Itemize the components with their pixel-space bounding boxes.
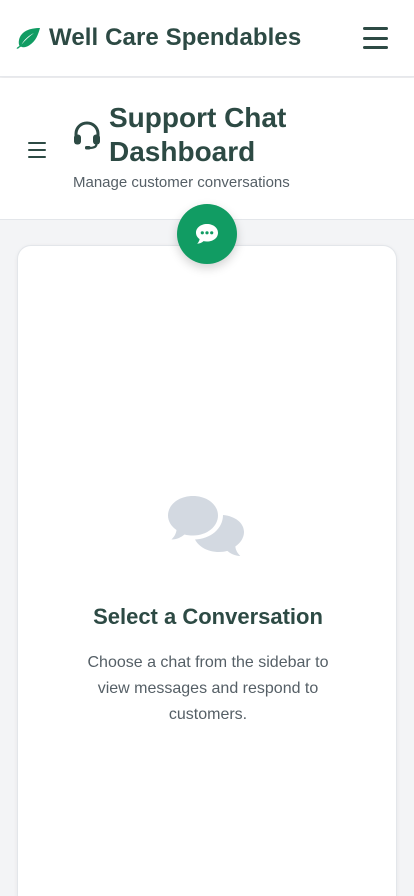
- leaf-icon: [16, 28, 40, 49]
- brand-name: Well Care Spendables: [49, 24, 302, 51]
- hamburger-menu-icon: [363, 27, 388, 30]
- main-menu-button[interactable]: [363, 27, 388, 49]
- app-header: Well Care Spendables: [0, 0, 414, 77]
- new-chat-button[interactable]: [177, 204, 237, 264]
- empty-state-description: Choose a chat from the sidebar to view m…: [87, 654, 329, 723]
- page-title: Support Chat Dashboard: [109, 102, 287, 167]
- conversation-bubbles-icon: [168, 496, 244, 556]
- hamburger-menu-icon: [28, 142, 46, 144]
- page-subtitle: Manage customer conversations: [73, 174, 290, 191]
- brand[interactable]: Well Care Spendables: [16, 24, 301, 52]
- chat-panel: Select a Conversation Choose a chat from…: [17, 245, 397, 896]
- empty-state-title: Select a Conversation: [93, 604, 323, 629]
- sidebar-toggle-button[interactable]: [28, 142, 46, 158]
- chat-bubble-icon: [196, 224, 218, 244]
- headset-icon: [74, 121, 100, 150]
